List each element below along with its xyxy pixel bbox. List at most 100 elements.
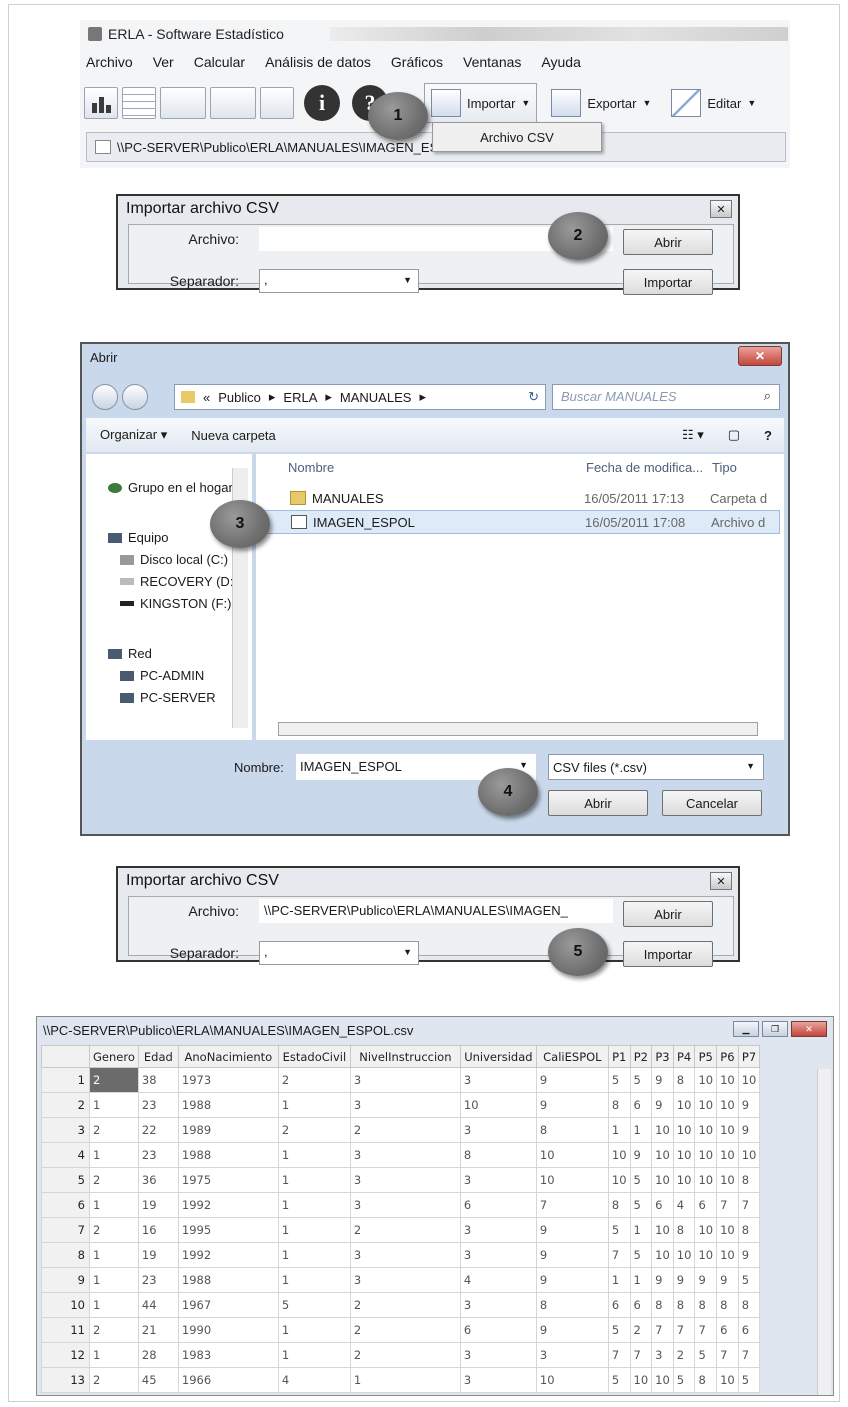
table-cell[interactable]: 3 [459, 1292, 537, 1318]
table-cell[interactable]: 1 [89, 1342, 139, 1368]
table-cell[interactable]: 5 [629, 1192, 653, 1218]
table-cell[interactable]: 3 [459, 1067, 537, 1093]
column-header[interactable]: P1 [607, 1045, 631, 1068]
horizontal-scrollbar[interactable] [278, 722, 758, 736]
table-cell[interactable]: 10 [716, 1242, 739, 1268]
table-cell[interactable]: 3 [349, 1142, 461, 1168]
grid-scrollbar[interactable] [817, 1069, 831, 1395]
breadcrumb-manuales[interactable]: MANUALES [340, 390, 412, 405]
table-row[interactable]: 4 1 23 1988 1 3 8 10 10 9 10 10 10 10 10 [41, 1142, 761, 1168]
table-cell[interactable]: 10 [694, 1067, 718, 1093]
nav-item-equipo[interactable]: Equipo [108, 530, 168, 545]
table-cell[interactable]: 1992 [177, 1242, 279, 1268]
table-cell[interactable]: 1 [89, 1142, 139, 1168]
table-cell[interactable]: 1 [277, 1242, 351, 1268]
row-header[interactable]: 7 [41, 1217, 90, 1243]
table-cell[interactable]: 10 [716, 1067, 739, 1093]
file-row[interactable]: IMAGEN_ESPOL 16/05/2011 17:08 Archivo d [264, 510, 780, 534]
table-cell[interactable]: 6 [737, 1317, 761, 1343]
table-row[interactable]: 11 2 21 1990 1 2 6 9 5 2 7 7 7 6 6 [41, 1317, 761, 1343]
table-cell[interactable]: 7 [607, 1242, 631, 1268]
table-cell[interactable]: 10 [672, 1117, 696, 1143]
table-cell[interactable]: 8 [651, 1292, 674, 1318]
table-cell[interactable]: 6 [629, 1292, 653, 1318]
cancelar-button[interactable]: Cancelar [662, 790, 762, 816]
table-cell[interactable]: 1 [277, 1192, 351, 1218]
column-header[interactable]: P7 [737, 1045, 761, 1068]
table-cell[interactable]: 10 [535, 1367, 609, 1393]
table-cell[interactable]: 2 [349, 1317, 461, 1343]
table-cell[interactable]: 10 [716, 1092, 739, 1118]
view-options-icon[interactable]: ☷ ▾ [682, 427, 704, 443]
menu-item-archivo-csv[interactable]: Archivo CSV [480, 130, 554, 145]
table-cell[interactable]: 10 [737, 1142, 761, 1168]
table-row[interactable]: 13 2 45 1966 4 1 3 10 5 10 10 5 8 10 5 [41, 1367, 761, 1393]
table-cell[interactable]: 8 [737, 1292, 761, 1318]
table-cell[interactable]: 9 [651, 1267, 674, 1293]
menu-ventanas[interactable]: Ventanas [463, 54, 521, 70]
table-cell[interactable]: 9 [629, 1142, 653, 1168]
table-cell[interactable]: 45 [137, 1367, 179, 1393]
table-cell[interactable]: 5 [607, 1367, 631, 1393]
bar-chart-icon[interactable] [84, 87, 118, 119]
nav-item-pc-admin[interactable]: PC-ADMIN [120, 668, 204, 683]
table-cell[interactable]: 1967 [177, 1292, 279, 1318]
table-cell[interactable]: 9 [651, 1092, 674, 1118]
table-cell[interactable]: 10 [607, 1142, 631, 1168]
table-cell[interactable]: 23 [137, 1142, 179, 1168]
table-cell[interactable]: 9 [535, 1317, 609, 1343]
table-cell[interactable]: 9 [694, 1267, 718, 1293]
table-cell[interactable]: 10 [716, 1167, 739, 1193]
table-cell[interactable]: 1973 [177, 1067, 279, 1093]
table-cell[interactable]: 9 [535, 1092, 609, 1118]
table-cell[interactable]: 1 [277, 1217, 351, 1243]
table-cell[interactable]: 4 [459, 1267, 537, 1293]
table-cell[interactable]: 8 [737, 1167, 761, 1193]
table-cell[interactable]: 1988 [177, 1092, 279, 1118]
column-header[interactable]: CaliESPOL [535, 1045, 609, 1068]
separador-select[interactable]: , ▼ [259, 941, 419, 965]
table-cell[interactable]: 10 [694, 1217, 718, 1243]
table-cell[interactable]: 1 [89, 1242, 139, 1268]
table-cell[interactable]: 2 [672, 1342, 696, 1368]
column-header[interactable]: P2 [629, 1045, 653, 1068]
table-cell[interactable]: 8 [535, 1292, 609, 1318]
column-header[interactable]: EstadoCivil [277, 1045, 351, 1068]
table-cell[interactable]: 1 [277, 1267, 351, 1293]
archivo-input[interactable]: \\PC-SERVER\Publico\ERLA\MANUALES\IMAGEN… [259, 899, 613, 923]
table-cell[interactable]: 21 [137, 1317, 179, 1343]
table-cell[interactable]: 3 [459, 1367, 537, 1393]
abrir-button[interactable]: Abrir [623, 229, 713, 255]
close-icon[interactable]: ✕ [738, 346, 782, 366]
table-cell[interactable]: 7 [694, 1317, 718, 1343]
breadcrumb-overflow[interactable]: « [203, 390, 210, 405]
table-cell[interactable]: 8 [672, 1217, 696, 1243]
table-cell[interactable]: 10 [629, 1367, 653, 1393]
nueva-carpeta-button[interactable]: Nueva carpeta [191, 428, 276, 443]
table-row[interactable]: 5 2 36 1975 1 3 3 10 10 5 10 10 10 10 8 [41, 1167, 761, 1193]
table-cell[interactable]: 5 [607, 1317, 631, 1343]
table-cell[interactable]: 3 [459, 1167, 537, 1193]
info-icon[interactable]: i [304, 85, 340, 121]
search-input[interactable]: Buscar MANUALES ⌕ [552, 384, 780, 410]
table-row[interactable]: 8 1 19 1992 1 3 3 9 7 5 10 10 10 10 9 [41, 1242, 761, 1268]
table-cell[interactable]: 1988 [177, 1267, 279, 1293]
row-header[interactable]: 11 [41, 1317, 90, 1343]
table-cell[interactable]: 10 [672, 1167, 696, 1193]
table-cell[interactable]: 1966 [177, 1367, 279, 1393]
table-cell[interactable]: 8 [607, 1192, 631, 1218]
table-cell[interactable]: 6 [694, 1192, 718, 1218]
table-cell[interactable]: 3 [459, 1217, 537, 1243]
table-cell[interactable]: 10 [716, 1142, 739, 1168]
table-cell[interactable]: 1 [629, 1217, 653, 1243]
table-cell[interactable]: 10 [694, 1167, 718, 1193]
menu-graficos[interactable]: Gráficos [391, 54, 443, 70]
table-cell[interactable]: 6 [716, 1317, 739, 1343]
table-cell[interactable]: 2 [629, 1317, 653, 1343]
tile-vertical-icon[interactable] [260, 87, 294, 119]
table-cell[interactable]: 7 [629, 1342, 653, 1368]
table-cell[interactable]: 10 [651, 1217, 674, 1243]
column-header[interactable]: P4 [672, 1045, 696, 1068]
table-cell[interactable]: 8 [672, 1292, 696, 1318]
cascade-windows-icon[interactable] [160, 87, 206, 119]
